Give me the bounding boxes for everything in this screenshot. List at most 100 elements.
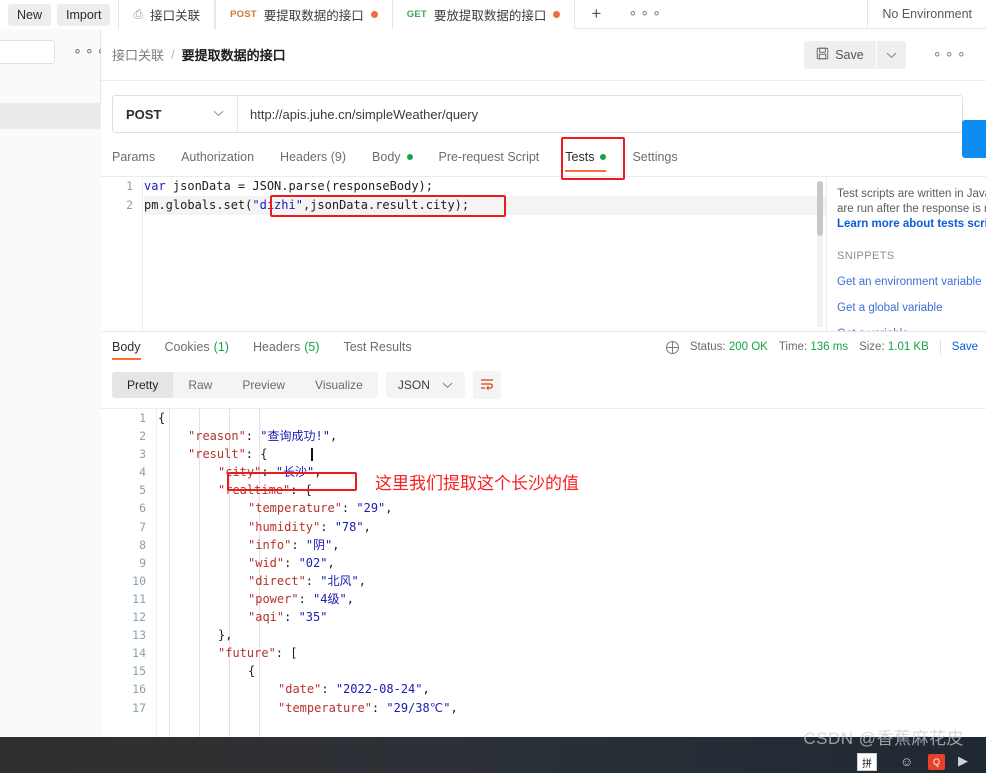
snippet-get-variable[interactable]: Get a variable [837, 327, 986, 331]
divider [939, 339, 941, 355]
document-icon: ⎙ [133, 7, 144, 21]
chevron-down-icon [886, 47, 897, 62]
http-method-value: POST [126, 106, 162, 122]
response-tab-cookies[interactable]: Cookies (1) [153, 332, 241, 363]
learn-more-link[interactable]: Learn more about tests scripts [837, 217, 986, 232]
breadcrumb-separator: / [171, 47, 175, 62]
tab-request-post[interactable]: POST 要提取数据的接口 [216, 0, 393, 29]
tab-pre-request-script[interactable]: Pre-request Script [426, 146, 553, 176]
line-number: 13 [132, 628, 146, 643]
plus-icon: + [591, 4, 602, 23]
tab-label: Body [372, 150, 401, 164]
save-label: Save [835, 47, 864, 62]
annotation-note: 这里我们提取这个长沙的值 [375, 474, 579, 493]
tab-method: POST [230, 9, 257, 20]
sidebar-selected-row[interactable] [0, 103, 101, 129]
word-wrap-toggle[interactable] [472, 371, 501, 399]
ellipsis-icon: ⚬⚬⚬ [627, 6, 664, 21]
ellipsis-icon: ⚬⚬⚬ [931, 46, 968, 62]
url-bar: POST [101, 81, 986, 133]
json-line: "wid": "02", [248, 555, 335, 570]
snippet-get-global-variable[interactable]: Get a global variable [837, 301, 986, 316]
view-mode-visualize[interactable]: Visualize [300, 372, 378, 398]
json-line: "temperature": "29", [248, 501, 393, 516]
view-mode-preview[interactable]: Preview [227, 372, 300, 398]
response-tab-headers[interactable]: Headers (5) [241, 332, 332, 363]
arrow-icon[interactable]: ▶ [958, 753, 968, 769]
tab-collection-overview[interactable]: ⎙ 接口关联 [119, 0, 216, 29]
json-line: "temperature": "29/38℃", [278, 700, 458, 715]
postman-app-window: New Import ⎙ 接口关联 POST 要提取数据的接口 GET 要放提取… [0, 0, 986, 773]
editor-code: var jsonData = JSON.parse(responseBody);… [144, 177, 826, 215]
line-number: 2 [126, 198, 133, 212]
line-number: 5 [139, 483, 146, 498]
word-wrap-icon [479, 377, 495, 394]
response-tab-body[interactable]: Body [112, 332, 153, 363]
line-number: 11 [132, 591, 146, 606]
status-value: 200 OK [728, 341, 768, 353]
request-more-button[interactable]: ⚬⚬⚬ [924, 47, 976, 63]
unsaved-dot-icon [553, 11, 561, 18]
json-line: "humidity": "78", [248, 519, 371, 534]
chevron-down-icon [442, 378, 453, 392]
qq-icon[interactable]: Q [928, 754, 945, 770]
tab-settings[interactable]: Settings [619, 146, 690, 176]
tabs-options-button[interactable]: ⚬⚬⚬ [617, 0, 674, 28]
import-button[interactable]: Import [57, 3, 111, 26]
csdn-watermark: CSDN @香蕉麻花皮 [803, 729, 964, 748]
sidebar-search-input[interactable] [0, 40, 55, 64]
save-button[interactable]: Save [804, 40, 876, 69]
new-tab-button[interactable]: + [575, 0, 618, 28]
http-method-select[interactable]: POST [113, 96, 238, 132]
tab-authorization[interactable]: Authorization [168, 146, 267, 176]
view-mode-raw[interactable]: Raw [173, 372, 227, 398]
tab-headers[interactable]: Headers (9) [267, 146, 359, 176]
snippets-intro-line2: are run after the response is re [837, 203, 986, 215]
tab-label: Pre-request Script [438, 150, 540, 164]
new-button[interactable]: New [8, 3, 52, 26]
tab-params[interactable]: Params [112, 146, 168, 176]
save-response-button[interactable]: Save [952, 341, 978, 353]
tab-body[interactable]: Body [359, 146, 426, 176]
response-format-select[interactable]: JSON [385, 372, 465, 398]
tab-tests[interactable]: Tests [552, 146, 619, 176]
status-label: Status: [689, 341, 726, 353]
line-number: 9 [139, 555, 146, 570]
tab-label: Settings [632, 150, 678, 164]
breadcrumb-root[interactable]: 接口关联 [112, 45, 164, 64]
tab-request-get[interactable]: GET 要放提取数据的接口 [392, 0, 576, 29]
line-number: 1 [139, 411, 146, 425]
environment-selector[interactable]: No Environment [868, 0, 986, 28]
breadcrumb-current: 要提取数据的接口 [181, 48, 286, 63]
line-number: 2 [139, 429, 146, 444]
save-group: Save [804, 40, 906, 69]
snippet-get-environment-variable[interactable]: Get an environment variable [837, 275, 986, 290]
ime-indicator[interactable]: 拼 [857, 753, 877, 771]
response-body-viewer[interactable]: 1 2 3 4 5 6 7 8 9 10 11 12 13 14 15 16 1… [101, 408, 986, 738]
main-panel: 接口关联 / 要提取数据的接口 Save ⚬⚬⚬ POST http://api… [101, 29, 986, 773]
format-value: JSON [397, 378, 430, 392]
tab-label: Body [112, 340, 141, 354]
tab-count: (1) [213, 340, 229, 354]
body-code: { "reason": "查询成功!", "result": { "city":… [158, 409, 986, 717]
response-view-toolbar: Pretty Raw Preview Visualize JSON [101, 362, 986, 408]
snippets-panel: Test scripts are written in Java are run… [827, 177, 986, 331]
line-number: 6 [139, 501, 146, 516]
tab-label: Headers [252, 340, 301, 354]
save-options-button[interactable] [876, 40, 906, 69]
size-label: Size: [859, 341, 885, 353]
editor-scrollbar-thumb[interactable] [817, 181, 823, 236]
json-line: { [248, 664, 256, 679]
script-code-editor[interactable]: 1 2 var jsonData = JSON.parse(responseBo… [101, 177, 827, 331]
response-tab-test-results[interactable]: Test Results [331, 332, 423, 363]
text-cursor [311, 448, 313, 461]
environment-label: No Environment [882, 7, 972, 21]
view-mode-pretty[interactable]: Pretty [112, 372, 174, 398]
url-input[interactable] [238, 96, 962, 132]
person-icon[interactable]: ☺ [900, 754, 913, 769]
tab-label: Cookies [164, 340, 210, 354]
json-line: "reason": "查询成功!", [188, 429, 338, 444]
has-content-dot-icon [600, 154, 607, 160]
request-header-row: 接口关联 / 要提取数据的接口 Save ⚬⚬⚬ [101, 29, 986, 81]
line-number: 14 [132, 646, 146, 661]
